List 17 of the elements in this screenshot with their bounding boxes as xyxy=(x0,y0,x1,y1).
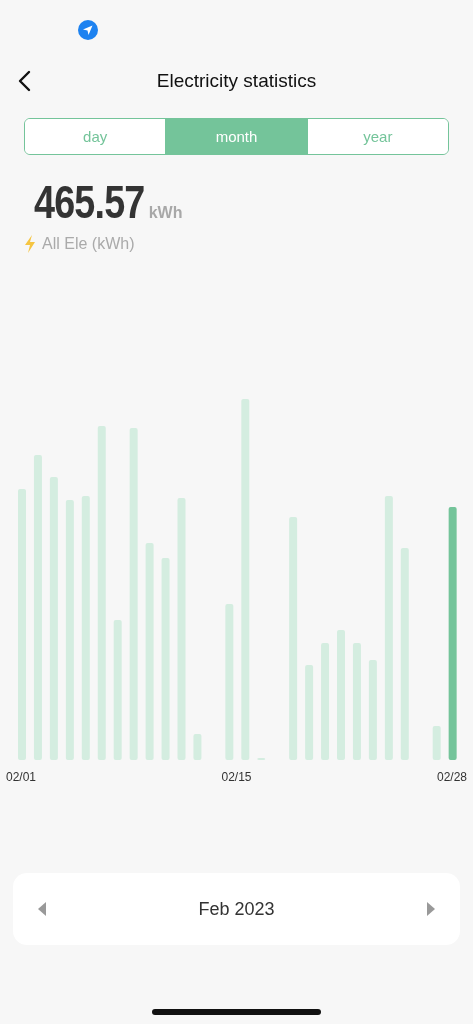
axis-label: 02/01 xyxy=(6,770,37,784)
unit-label: kWh xyxy=(148,204,183,222)
chart-bar xyxy=(432,726,441,760)
chart-bar xyxy=(193,734,202,760)
lightning-icon xyxy=(24,235,36,253)
total-value: 465.57 xyxy=(34,175,145,229)
axis-label: 02/28 xyxy=(436,770,467,784)
next-button[interactable] xyxy=(426,902,436,916)
previous-button[interactable] xyxy=(37,902,47,916)
axis-label: 02/15 xyxy=(221,770,252,784)
location-icon xyxy=(78,20,98,40)
period-tab[interactable]: year xyxy=(306,119,448,154)
screen-title: Electricity statistics xyxy=(156,70,317,92)
period-tab[interactable]: month xyxy=(165,119,307,154)
period-tab[interactable]: day xyxy=(25,119,166,154)
period-label: Feb 2023 xyxy=(198,898,275,920)
caption: All Ele (kWh) xyxy=(42,235,135,253)
